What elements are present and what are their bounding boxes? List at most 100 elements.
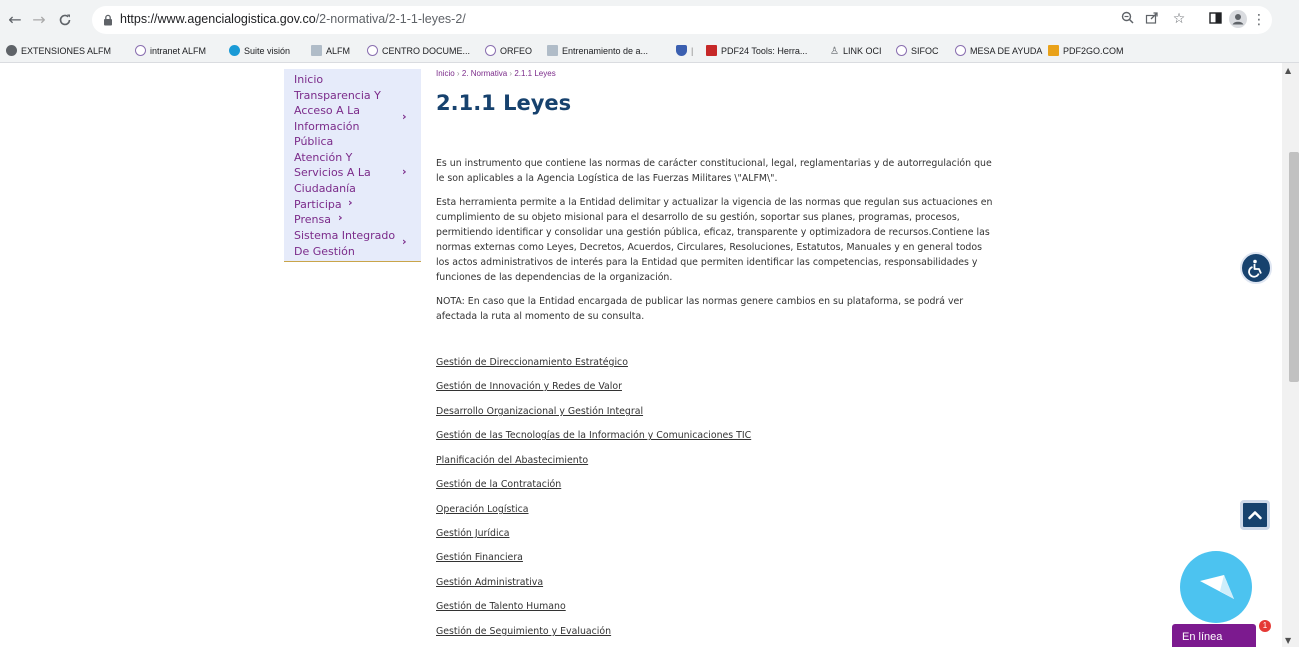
site-icon <box>367 45 378 56</box>
lock-icon <box>104 14 112 26</box>
url-text: https://www.agencialogistica.gov.co/2-no… <box>120 12 466 26</box>
zoom-icon[interactable] <box>1118 11 1136 29</box>
site-icon <box>135 45 146 56</box>
chevron-up-icon <box>1248 511 1262 520</box>
process-link[interactable]: Gestión de la Contratación <box>436 479 561 490</box>
alfm-icon <box>547 45 558 56</box>
pdf24-icon <box>706 45 717 56</box>
menu-item-line: Ciudadanía <box>294 182 356 195</box>
chevron-right-icon[interactable]: › <box>402 110 407 123</box>
scroll-down-arrow-icon[interactable]: ▼ <box>1285 636 1291 645</box>
bookmark-extensiones[interactable]: EXTENSIONES ALFM <box>6 43 111 59</box>
breadcrumb-normativa[interactable]: 2. Normativa <box>462 69 507 78</box>
chat-launcher-button[interactable] <box>1180 551 1252 623</box>
page-title: 2.1.1 Leyes <box>436 91 572 115</box>
process-link[interactable]: Gestión Jurídica <box>436 528 509 539</box>
profile-avatar-icon[interactable] <box>1228 9 1247 28</box>
bookmark-suite-vision[interactable]: Suite visión <box>229 43 290 59</box>
bookmark-label: EXTENSIONES ALFM <box>21 46 112 56</box>
process-link[interactable]: Planificación del Abastecimiento <box>436 455 588 466</box>
menu-kebab-icon[interactable]: ⋮ <box>1250 11 1268 29</box>
bookmark-label: ALFM <box>326 46 351 56</box>
site-icon <box>955 45 966 56</box>
menu-item-line: Atención Y <box>294 151 353 164</box>
bookmark-label: CENTRO DOCUME... <box>382 46 471 56</box>
note-paragraph: NOTA: En caso que la Entidad encargada d… <box>436 296 964 322</box>
chat-status-tab[interactable]: En línea <box>1172 624 1256 647</box>
globe-icon <box>6 45 17 56</box>
bookmark-label: PDF2GO.COM <box>1063 46 1124 56</box>
breadcrumb-separator: › <box>456 69 460 78</box>
wheelchair-icon <box>1248 259 1262 278</box>
process-link[interactable]: Gestión de Innovación y Redes de Valor <box>436 381 622 392</box>
process-link[interactable]: Gestión de las Tecnologías de la Informa… <box>436 430 751 441</box>
link-icon: ♙ <box>830 46 839 57</box>
site-icon <box>485 45 496 56</box>
bookmark-label: SIFOC <box>911 46 939 56</box>
side-panel-icon[interactable] <box>1206 11 1224 29</box>
process-link[interactable]: Gestión Administrativa <box>436 577 543 588</box>
menu-item-line: Servicios A La <box>294 166 371 179</box>
bookmark-label: LINK OCI <box>842 46 882 56</box>
bookmark-label: intranet ALFM <box>150 46 207 56</box>
description-paragraph: Esta herramienta permite a la Entidad de… <box>436 197 993 283</box>
share-icon[interactable] <box>1143 11 1161 29</box>
menu-item-line: Pública <box>294 135 334 148</box>
menu-item-line: Participa <box>294 198 342 211</box>
process-link[interactable]: Desarrollo Organizacional y Gestión Inte… <box>436 406 643 417</box>
browser-toolbar: ← → https://www.agencialogistica.gov.co/… <box>0 0 1299 41</box>
side-navigation-menu: Inicio Transparencia Y Acceso A La Infor… <box>284 69 421 262</box>
address-bar[interactable]: https://www.agencialogistica.gov.co/2-no… <box>92 6 1272 34</box>
site-icon <box>896 45 907 56</box>
chevron-right-icon[interactable]: › <box>338 211 343 224</box>
bookmark-label: Entrenamiento de a... <box>562 46 649 56</box>
reload-icon[interactable] <box>56 11 74 29</box>
page-content: Inicio Transparencia Y Acceso A La Infor… <box>0 63 1282 647</box>
breadcrumb-separator: › <box>509 69 513 78</box>
chevron-right-icon[interactable]: › <box>402 165 407 178</box>
breadcrumb-inicio[interactable]: Inicio <box>436 69 455 78</box>
breadcrumb: Inicio › 2. Normativa › 2.1.1 Leyes <box>436 69 556 78</box>
menu-item-line: Información <box>294 120 360 133</box>
bookmark-entrenamiento[interactable]: Entrenamiento de a... <box>547 43 648 59</box>
bookmark-intranet[interactable]: intranet ALFM <box>135 43 206 59</box>
chevron-right-icon[interactable]: › <box>348 196 353 209</box>
menu-item-line: De Gestión <box>294 245 355 258</box>
accessibility-button[interactable] <box>1240 252 1272 284</box>
scroll-up-arrow-icon[interactable]: ▲ <box>1285 66 1291 75</box>
bookmark-link-oci[interactable]: ♙ LINK OCI <box>830 43 881 59</box>
alfm-icon <box>311 45 322 56</box>
process-link[interactable]: Gestión de Seguimiento y Evaluación <box>436 626 611 637</box>
bookmark-centro-documental[interactable]: CENTRO DOCUME... <box>367 43 470 59</box>
process-link[interactable]: Gestión de Direccionamiento Estratégico <box>436 357 628 368</box>
process-link[interactable]: Gestión de Talento Humano <box>436 601 566 612</box>
bookmark-star-icon[interactable]: ☆ <box>1170 10 1188 28</box>
scroll-to-top-button[interactable] <box>1240 500 1270 530</box>
bookmark-sifoc[interactable]: SIFOC <box>896 43 939 59</box>
scrollbar-thumb[interactable] <box>1289 152 1299 382</box>
bookmarks-bar: EXTENSIONES ALFM intranet ALFM Suite vis… <box>0 40 1299 63</box>
bookmark-label: MESA DE AYUDA <box>970 46 1043 56</box>
intro-paragraph: Es un instrumento que contiene las norma… <box>436 158 992 184</box>
process-link[interactable]: Operación Logística <box>436 504 529 515</box>
shield-icon <box>676 45 687 56</box>
back-arrow-icon[interactable]: ← <box>6 11 24 29</box>
bookmark-shield[interactable]: | <box>676 43 693 59</box>
menu-item-inicio[interactable]: Inicio <box>294 72 323 88</box>
forward-arrow-icon[interactable]: → <box>30 11 48 29</box>
menu-item-line: Sistema Integrado <box>294 229 396 242</box>
url-host: https://www.agencialogistica.gov.co <box>120 12 316 26</box>
bookmark-pdf2go[interactable]: PDF2GO.COM <box>1048 43 1124 59</box>
bookmark-alfm[interactable]: ALFM <box>311 43 350 59</box>
chevron-right-icon[interactable]: › <box>402 235 407 248</box>
bookmark-mesa-ayuda[interactable]: MESA DE AYUDA <box>955 43 1042 59</box>
bookmark-label: Suite visión <box>244 46 291 56</box>
menu-item-line: Transparencia Y <box>294 89 381 102</box>
bookmark-pdf24[interactable]: PDF24 Tools: Herra... <box>706 43 807 59</box>
process-link[interactable]: Gestión Financiera <box>436 552 523 563</box>
url-path: /2-normativa/2-1-1-leyes-2/ <box>315 12 466 26</box>
bookmark-orfeo[interactable]: ORFEO <box>485 43 532 59</box>
menu-item-line: Acceso A La <box>294 104 361 117</box>
bookmark-label: PDF24 Tools: Herra... <box>721 46 808 56</box>
pdf2go-icon <box>1048 45 1059 56</box>
